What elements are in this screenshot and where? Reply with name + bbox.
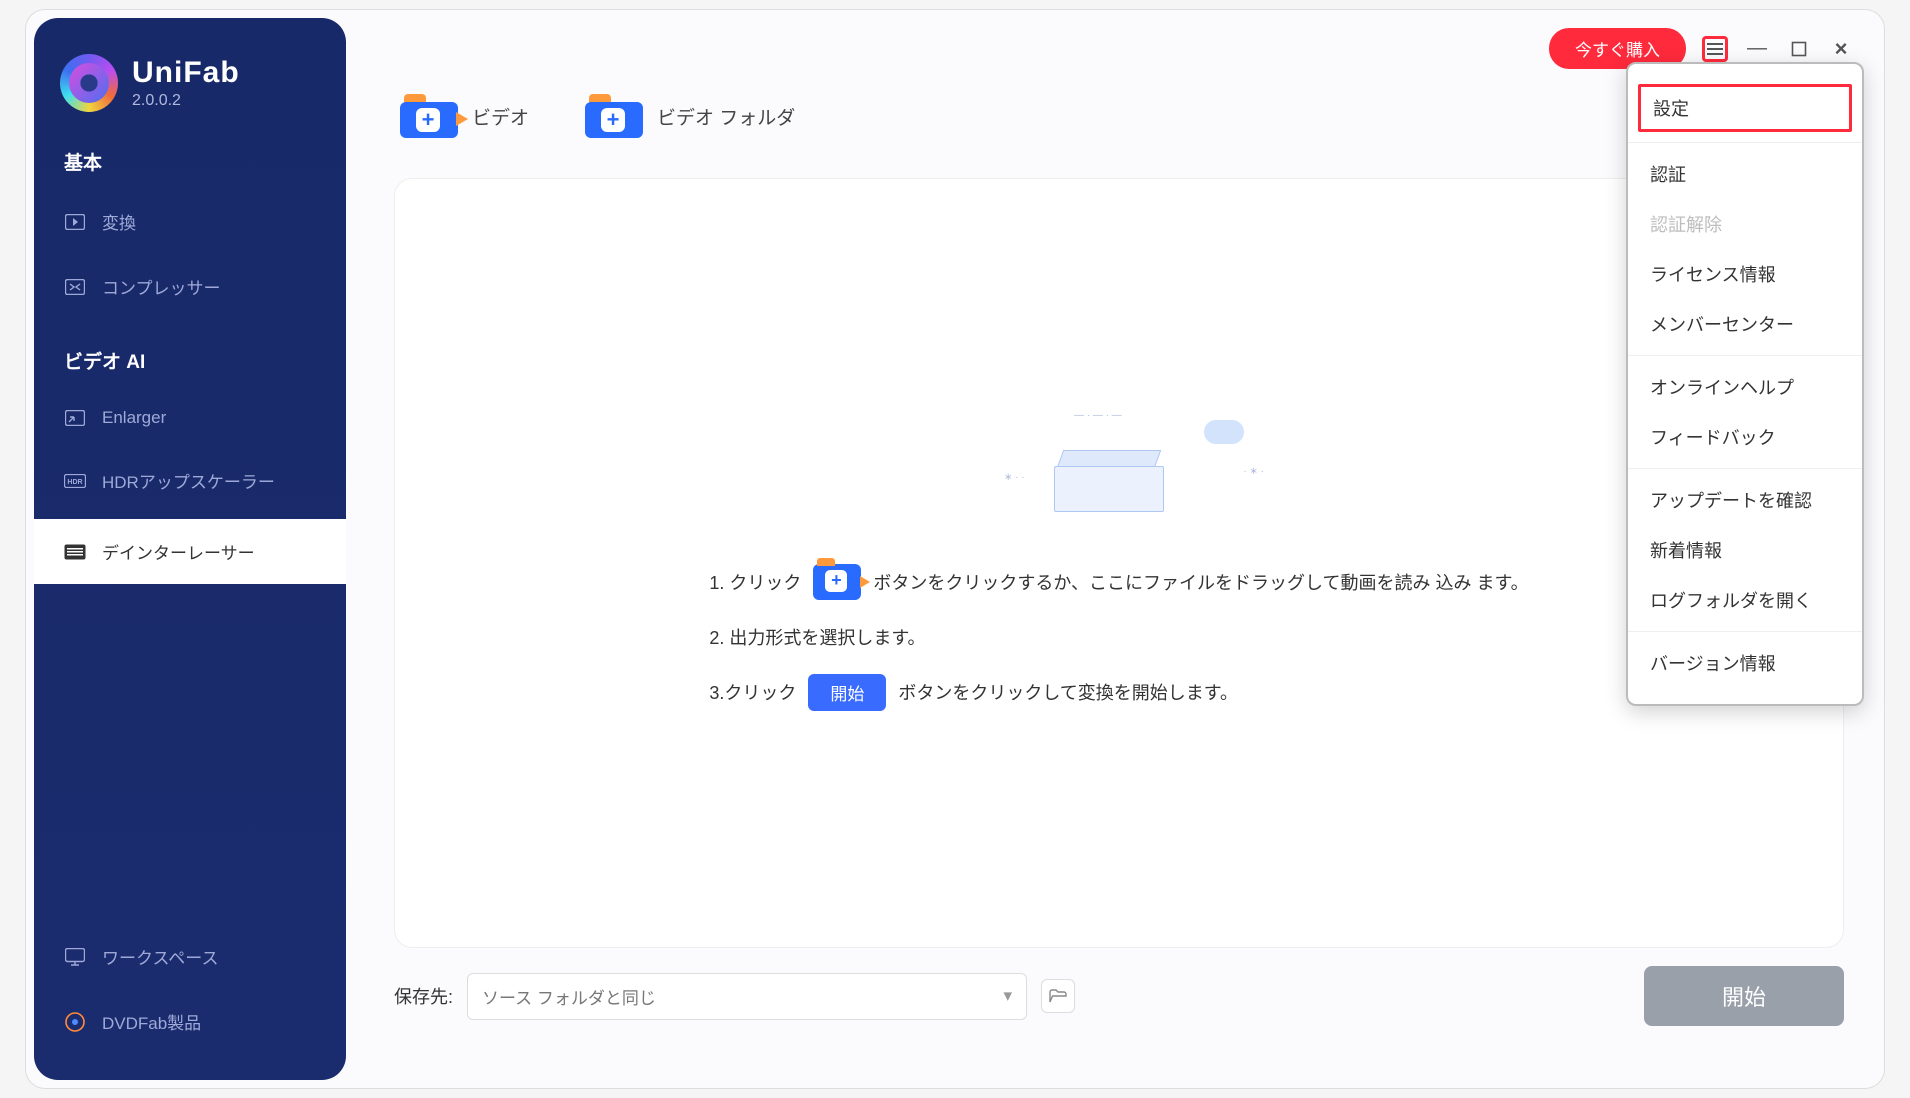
- sidebar-item-label: Enlarger: [102, 408, 166, 428]
- app-logo-icon: [60, 54, 118, 112]
- menu-item-settings[interactable]: 設定: [1638, 84, 1852, 132]
- step-1: 1. クリック + ボタンをクリックするか、ここにファイルをドラッグして動画を読…: [709, 564, 1528, 600]
- maximize-icon: [1791, 41, 1807, 57]
- menu-item-feedback[interactable]: フィードバック: [1628, 412, 1862, 462]
- sidebar-item-hdr[interactable]: HDR HDRアップスケーラー: [34, 448, 346, 513]
- sidebar-item-enlarger[interactable]: Enlarger: [34, 388, 346, 448]
- sidebar-item-deinterlacer[interactable]: デインターレーサー: [34, 519, 346, 584]
- step-3: 3.クリック 開始 ボタンをクリックして変換を開始します。: [709, 674, 1528, 711]
- start-button[interactable]: 開始: [1644, 966, 1844, 1026]
- add-video-inline-icon: +: [813, 564, 861, 600]
- add-folder-label: ビデオ フォルダ: [657, 103, 795, 130]
- minimize-icon: —: [1747, 37, 1767, 60]
- enlarge-icon: [64, 409, 86, 427]
- menu-item-deauth: 認証解除: [1628, 199, 1862, 249]
- maximize-button[interactable]: [1786, 36, 1812, 62]
- app-name: UniFab: [132, 56, 240, 90]
- svg-text:HDR: HDR: [67, 479, 82, 486]
- logo-block: UniFab 2.0.0.2: [34, 36, 346, 120]
- sidebar-item-workspace[interactable]: ワークスペース: [34, 924, 346, 989]
- sidebar-item-compressor[interactable]: コンプレッサー: [34, 254, 346, 319]
- sidebar-item-label: DVDFab製品: [102, 1009, 201, 1034]
- instruction-steps: 1. クリック + ボタンをクリックするか、ここにファイルをドラッグして動画を読…: [709, 564, 1528, 711]
- deinterlace-icon: [64, 544, 86, 560]
- hamburger-menu-button[interactable]: [1702, 36, 1728, 62]
- folder-open-icon: [1049, 989, 1067, 1003]
- save-to-select[interactable]: ソース フォルダと同じ ▾: [467, 973, 1027, 1020]
- sidebar: UniFab 2.0.0.2 基本 変換 コンプレッサー ビデオ AI Enla…: [34, 18, 346, 1080]
- add-video-label: ビデオ: [472, 103, 529, 130]
- sidebar-section-ai: ビデオ AI: [34, 319, 346, 388]
- add-video-folder-button[interactable]: + ビデオ フォルダ: [585, 94, 795, 138]
- sidebar-item-label: ワークスペース: [102, 944, 218, 969]
- hdr-icon: HDR: [64, 472, 86, 490]
- add-video-icon: +: [400, 94, 458, 138]
- save-to-value: ソース フォルダと同じ: [482, 984, 656, 1009]
- step-3-pre: 3.クリック: [709, 679, 796, 705]
- menu-item-auth[interactable]: 認証: [1628, 149, 1862, 199]
- sidebar-item-convert[interactable]: 変換: [34, 189, 346, 254]
- sidebar-item-dvdfab[interactable]: DVDFab製品: [34, 989, 346, 1054]
- monitor-icon: [64, 948, 86, 966]
- open-folder-button[interactable]: [1041, 979, 1075, 1013]
- menu-item-about[interactable]: バージョン情報: [1628, 638, 1862, 688]
- compress-icon: [64, 278, 86, 296]
- app-version: 2.0.0.2: [132, 92, 240, 110]
- hamburger-icon: [1707, 43, 1723, 55]
- step-1-pre: 1. クリック: [709, 569, 801, 595]
- step-2-text: 2. 出力形式を選択します。: [709, 624, 925, 650]
- sidebar-item-label: コンプレッサー: [102, 274, 221, 299]
- step-2: 2. 出力形式を選択します。: [709, 624, 1528, 650]
- menu-item-check-update[interactable]: アップデートを確認: [1628, 475, 1862, 525]
- menu-item-license[interactable]: ライセンス情報: [1628, 249, 1862, 299]
- add-folder-icon: +: [585, 94, 643, 138]
- add-video-button[interactable]: + ビデオ: [400, 94, 529, 138]
- play-box-icon: [64, 213, 86, 231]
- menu-item-online-help[interactable]: オンラインヘルプ: [1628, 362, 1862, 412]
- sidebar-item-label: HDRアップスケーラー: [102, 468, 275, 493]
- sidebar-item-label: 変換: [102, 209, 136, 234]
- sidebar-section-basic: 基本: [34, 120, 346, 189]
- menu-item-news[interactable]: 新着情報: [1628, 525, 1862, 575]
- app-window: UniFab 2.0.0.2 基本 変換 コンプレッサー ビデオ AI Enla…: [25, 9, 1885, 1089]
- close-button[interactable]: ×: [1828, 36, 1854, 62]
- main-menu-dropdown: 設定 認証 認証解除 ライセンス情報 メンバーセンター オンラインヘルプ フィー…: [1626, 62, 1864, 706]
- minimize-button[interactable]: —: [1744, 36, 1770, 62]
- menu-item-open-log[interactable]: ログフォルダを開く: [1628, 575, 1862, 625]
- step-1-post: ボタンをクリックするか、ここにファイルをドラッグして動画を読み 込み ます。: [873, 569, 1528, 595]
- bottom-bar: 保存先: ソース フォルダと同じ ▾ 開始: [394, 966, 1844, 1026]
- chevron-down-icon: ▾: [1003, 986, 1012, 1006]
- close-icon: ×: [1835, 36, 1848, 62]
- dvdfab-icon: [64, 1013, 86, 1031]
- step-3-post: ボタンをクリックして変換を開始します。: [898, 679, 1238, 705]
- start-inline-button[interactable]: 開始: [808, 674, 886, 711]
- menu-item-member-center[interactable]: メンバーセンター: [1628, 299, 1862, 349]
- save-to-label: 保存先:: [394, 983, 453, 1009]
- sidebar-item-label: デインターレーサー: [102, 539, 255, 564]
- empty-box-illustration: ∗ · · · ∗ · — · — · —: [1004, 416, 1234, 536]
